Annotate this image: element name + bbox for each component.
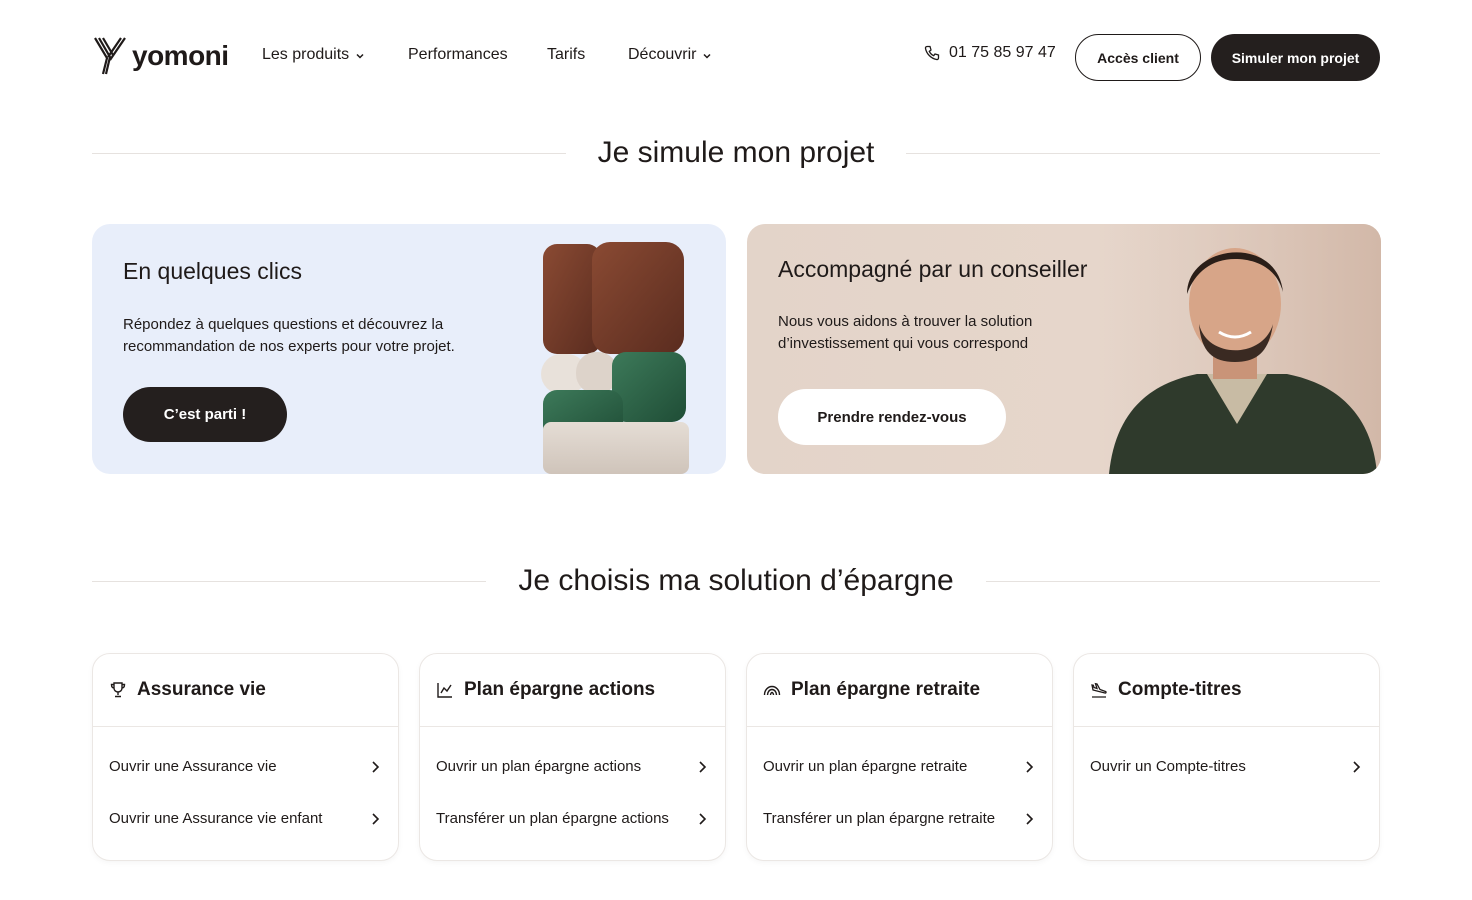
nav-label: Les produits: [262, 46, 350, 63]
divider: [92, 580, 487, 582]
card-header: Compte-titres: [1074, 654, 1379, 727]
divider: [985, 580, 1380, 582]
chevron-right-icon: [372, 812, 380, 825]
card-title: Accompagné par un conseiller: [778, 256, 1088, 282]
chevron-right-icon: [1026, 812, 1034, 825]
nav-item-produits[interactable]: Les produits: [262, 44, 408, 66]
yomoni-logo-mark-icon: [94, 37, 126, 75]
card-header: Assurance vie: [93, 654, 398, 727]
nav-label: Découvrir: [628, 46, 697, 63]
section-heading: Je simule mon projet: [597, 136, 875, 169]
phone-number: 01 75 85 97 47: [949, 44, 1056, 61]
card-title: Plan épargne retraite: [791, 679, 981, 700]
card-title: Assurance vie: [137, 679, 266, 700]
section-heading: Je choisis ma solution d’épargne: [518, 564, 954, 597]
trophy-icon: [110, 682, 126, 698]
site-header: yomoni Les produits Performances Tarifs …: [0, 0, 1472, 112]
phone-link[interactable]: 01 75 85 97 47: [924, 44, 1056, 62]
link-transfer-per[interactable]: Transférer un plan épargne retraite: [763, 810, 1034, 827]
link-label: Ouvrir une Assurance vie: [109, 758, 277, 775]
link-label: Transférer un plan épargne actions: [436, 810, 669, 827]
chevron-down-icon: [356, 53, 364, 59]
chevron-right-icon: [1353, 760, 1361, 773]
advisor-card: Accompagné par un conseiller Nous vous a…: [747, 224, 1381, 474]
card-title: Plan épargne actions: [464, 679, 656, 700]
divider: [906, 152, 1381, 154]
link-open-compte-titres[interactable]: Ouvrir un Compte-titres: [1090, 758, 1361, 775]
nav-item-decouvrir[interactable]: Découvrir: [628, 44, 712, 66]
advisor-photo: [1087, 224, 1381, 474]
link-open-pea[interactable]: Ouvrir un plan épargne actions: [436, 758, 707, 775]
link-open-assurance-vie[interactable]: Ouvrir une Assurance vie: [109, 758, 380, 775]
chevron-down-icon: [703, 53, 711, 59]
quick-simulation-card: En quelques clics Répondez à quelques qu…: [92, 224, 726, 474]
savings-section-title: Je choisis ma solution d’épargne: [92, 564, 1380, 598]
divider: [92, 152, 566, 154]
start-simulation-button[interactable]: C’est parti !: [123, 387, 287, 442]
link-label: Ouvrir une Assurance vie enfant: [109, 810, 323, 827]
client-access-button[interactable]: Accès client: [1075, 34, 1201, 81]
chevron-right-icon: [699, 812, 707, 825]
nav-item-tarifs[interactable]: Tarifs: [547, 44, 628, 66]
chevron-right-icon: [699, 760, 707, 773]
link-transfer-pea[interactable]: Transférer un plan épargne actions: [436, 810, 707, 827]
card-title: Compte-titres: [1118, 679, 1242, 700]
plane-landing-icon: [1091, 682, 1107, 698]
chevron-right-icon: [372, 760, 380, 773]
solution-card-per: Plan épargne retraite Ouvrir un plan épa…: [746, 653, 1053, 861]
card-header: Plan épargne actions: [420, 654, 725, 727]
book-appointment-button[interactable]: Prendre rendez-vous: [778, 389, 1006, 445]
yomoni-logo[interactable]: yomoni: [94, 36, 229, 76]
card-text: Répondez à quelques questions et découvr…: [123, 316, 455, 355]
phone-icon: [924, 45, 940, 61]
simulate-section-title: Je simule mon projet: [92, 136, 1381, 170]
solution-card-compte-titres: Compte-titres Ouvrir un Compte-titres: [1073, 653, 1380, 861]
link-label: Ouvrir un plan épargne actions: [436, 758, 642, 775]
nav-item-performances[interactable]: Performances: [408, 44, 547, 66]
chart-line-icon: [437, 683, 452, 698]
simulate-project-button[interactable]: Simuler mon projet: [1211, 34, 1380, 81]
card-title: En quelques clics: [123, 258, 302, 284]
link-label: Ouvrir un Compte-titres: [1090, 758, 1246, 775]
nav-label: Tarifs: [547, 46, 586, 63]
stone-blocks-image: [541, 242, 689, 474]
main-nav: Les produits Performances Tarifs Découvr…: [262, 44, 712, 66]
nav-label: Performances: [408, 46, 508, 63]
card-text: Nous vous aidons à trouver la solution d…: [778, 313, 1033, 352]
solution-card-assurance-vie: Assurance vie Ouvrir une Assurance vie O…: [92, 653, 399, 861]
card-header: Plan épargne retraite: [747, 654, 1052, 727]
solution-card-pea: Plan épargne actions Ouvrir un plan épar…: [419, 653, 726, 861]
chevron-right-icon: [1026, 760, 1034, 773]
link-label: Transférer un plan épargne retraite: [763, 810, 996, 827]
link-label: Ouvrir un plan épargne retraite: [763, 758, 968, 775]
link-open-per[interactable]: Ouvrir un plan épargne retraite: [763, 758, 1034, 775]
link-open-assurance-vie-enfant[interactable]: Ouvrir une Assurance vie enfant: [109, 810, 380, 827]
brand-name: yomoni: [132, 40, 229, 71]
rainbow-icon: [763, 685, 781, 696]
